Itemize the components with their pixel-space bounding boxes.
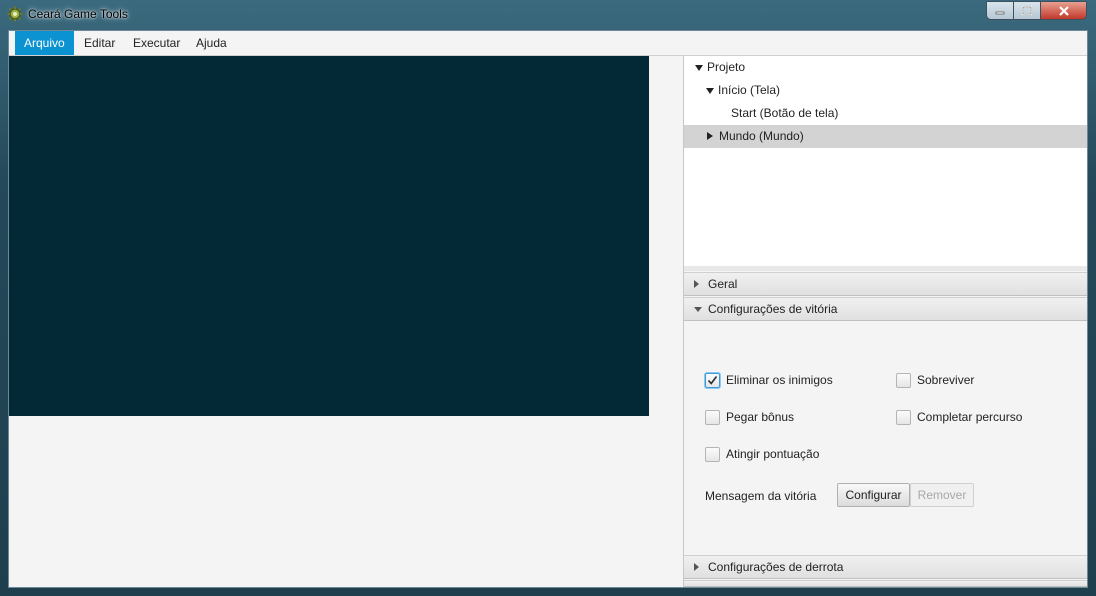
expand-arrow-icon xyxy=(694,307,702,312)
section-derrota[interactable]: Configurações de derrota xyxy=(684,555,1087,579)
remove-button[interactable]: Remover xyxy=(910,483,974,507)
collapse-arrow-icon xyxy=(694,563,699,571)
maximize-button[interactable] xyxy=(1013,1,1041,20)
section-label: Configurações de vitória xyxy=(708,302,838,316)
checkbox-label: Sobreviver xyxy=(917,373,975,387)
window-title: Ceará Game Tools xyxy=(28,7,128,21)
close-icon xyxy=(1058,5,1069,16)
checkbox-label: Completar percurso xyxy=(917,410,1023,424)
checkmark-icon xyxy=(707,376,718,385)
victory-settings-panel: Eliminar os inimigos Sobreviver Pegar bô… xyxy=(684,321,1087,556)
project-tree: Projeto Início (Tela) Start (Botão de te… xyxy=(684,56,1087,267)
left-bottom-panel xyxy=(9,416,683,587)
menu-bar: Arquivo Editar Executar Ajuda xyxy=(9,31,1087,56)
tree-item-mundo[interactable]: Mundo (Mundo) xyxy=(684,125,1087,148)
checkbox-label: Pegar bônus xyxy=(726,410,795,424)
section-vitoria[interactable]: Configurações de vitória xyxy=(684,297,1087,321)
collapse-arrow-icon[interactable] xyxy=(707,132,713,140)
checkbox-pegar-bonus[interactable] xyxy=(705,410,720,425)
close-button[interactable] xyxy=(1040,1,1087,20)
app-gear-icon xyxy=(7,6,23,22)
checkbox-eliminar-inimigos[interactable] xyxy=(705,373,720,388)
tree-item-label: Projeto xyxy=(707,60,746,74)
tree-item-projeto[interactable]: Projeto xyxy=(684,56,1087,79)
maximize-icon xyxy=(1022,6,1032,15)
menu-executar[interactable]: Executar xyxy=(124,31,189,55)
section-geral[interactable]: Geral xyxy=(684,272,1087,296)
collapse-arrow-icon xyxy=(694,280,699,288)
tree-item-label: Start (Botão de tela) xyxy=(731,106,839,120)
checkbox-atingir-pontuacao[interactable] xyxy=(705,447,720,462)
tree-item-label: Mundo (Mundo) xyxy=(719,129,804,143)
menu-editar[interactable]: Editar xyxy=(75,31,124,55)
checkbox-label: Eliminar os inimigos xyxy=(726,373,833,387)
tree-item-start[interactable]: Start (Botão de tela) xyxy=(684,102,1087,125)
properties-pane: Projeto Início (Tela) Start (Botão de te… xyxy=(684,56,1087,587)
client-area: Arquivo Editar Executar Ajuda Projeto In… xyxy=(8,30,1088,588)
section-label: Geral xyxy=(708,277,738,291)
checkbox-completar-percurso[interactable] xyxy=(896,410,911,425)
title-bar[interactable]: Ceará Game Tools xyxy=(0,0,1096,28)
checkbox-sobreviver[interactable] xyxy=(896,373,911,388)
tree-item-label: Início (Tela) xyxy=(718,83,781,97)
expand-arrow-icon[interactable] xyxy=(706,88,714,94)
section-label: Configurações de derrota xyxy=(708,560,844,574)
checkbox-label: Atingir pontuação xyxy=(726,447,820,461)
minimize-icon xyxy=(995,11,1005,14)
configure-button[interactable]: Configurar xyxy=(837,483,910,507)
minimize-button[interactable] xyxy=(986,1,1014,20)
game-canvas[interactable] xyxy=(9,56,649,416)
section-next[interactable] xyxy=(684,580,1087,587)
victory-message-label: Mensagem da vitória xyxy=(705,489,817,503)
menu-ajuda[interactable]: Ajuda xyxy=(187,31,236,55)
expand-arrow-icon[interactable] xyxy=(695,65,703,71)
tree-item-inicio[interactable]: Início (Tela) xyxy=(684,79,1087,102)
pane-splitter[interactable] xyxy=(684,266,1087,271)
menu-arquivo[interactable]: Arquivo xyxy=(15,31,74,55)
